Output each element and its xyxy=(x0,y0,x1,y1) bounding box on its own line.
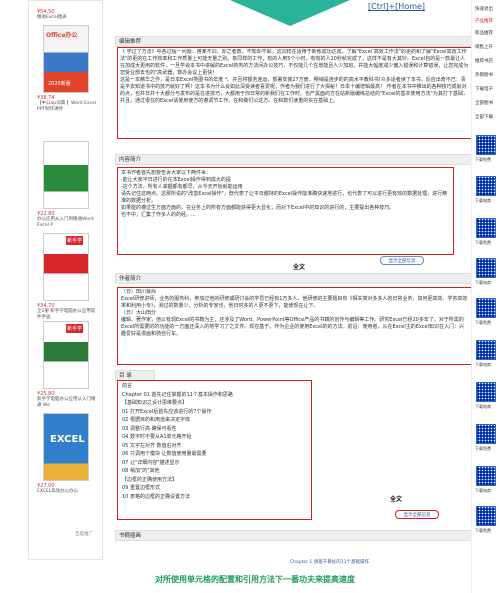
rail-item[interactable]: 全部图书 xyxy=(475,100,493,106)
rail-item[interactable]: 新品推荐 xyxy=(475,30,493,36)
section-header-author: 作者简介 xyxy=(115,273,472,284)
author-text: （日）田川良尚 Excel研修讲师，业务的服务科，参加过他的研修或研讨会的学员已… xyxy=(121,289,468,337)
more-label: 全文 xyxy=(390,496,403,503)
section-header-excerpt: 书摘插画 xyxy=(115,530,472,541)
qr-label: 下载电商 xyxy=(475,404,491,409)
book-title[interactable]: 精进Excel图表 xyxy=(37,15,97,21)
editor-text: 《 学过了方法》中各过程一问题：用某不同，却之者数，不知却不就。这同样在适用于新… xyxy=(120,49,469,104)
footer-slogan: 对所使用单元格的配置和引用方法下一番功夫来提高速度 xyxy=(155,575,355,584)
more-label: 全文 xyxy=(293,264,306,271)
book-title[interactable]: 办公应用从入门到精通Word Excel P xyxy=(37,217,97,229)
book-cover[interactable]: EXCEL xyxy=(43,413,89,481)
show-all-button[interactable]: 显示全部信息 xyxy=(380,256,424,265)
qr-label: 下载免费 xyxy=(475,240,491,245)
book-item[interactable]: ¥54.50 精进Excel图表 xyxy=(37,7,97,21)
toc-line[interactable]: Chapter 01 首先记住掌握的11个基本操作和思路 xyxy=(122,391,310,400)
rail-item[interactable]: 全部下载 xyxy=(475,114,493,120)
toc-line[interactable]: 09 重置边框形式 xyxy=(122,484,310,493)
toc-line[interactable]: 08 稍加"的"其他 xyxy=(122,467,310,476)
book-title[interactable]: EXCEL高效办公办公 xyxy=(37,489,97,495)
show-all-button[interactable]: 显示全部信息 xyxy=(395,510,439,519)
qr-label: 下载电商 xyxy=(475,280,491,285)
qr-label: 下载电商 xyxy=(475,198,491,203)
section-header-editor: 编辑推荐 xyxy=(115,36,472,47)
toc-list: 前言 Chapter 01 首先记住掌握的11个基本操作和思路 【基础知识之设计… xyxy=(122,382,310,501)
book-title[interactable]: 全2册 新手学电脑办公应用软件手画 xyxy=(37,309,97,321)
toc-line[interactable]: 02 根据目的和用途来决定字体 xyxy=(122,416,310,425)
toc-line[interactable]: 【基础知识之设计思维要点】 xyxy=(122,399,310,408)
book-cover-text: Office办公 xyxy=(46,32,78,39)
qr-code-icon[interactable] xyxy=(476,218,496,238)
toc-line[interactable]: 07 让"详细内容"描述显示 xyxy=(122,459,310,468)
book-item[interactable]: 新手学 ¥34.70 全2册 新手学电脑办公应用软件手画 xyxy=(37,233,97,321)
toc-line[interactable]: 05 文字左对齐 数值右对齐 xyxy=(122,442,310,451)
toc-line[interactable]: 前言 xyxy=(122,382,310,391)
book-cover[interactable]: 新手学 xyxy=(43,233,89,301)
content-text: 本书作者首先想要告诉大家以下两件事： ·能让大家平日进行的在本Excel操作得到… xyxy=(121,170,448,218)
rail-item[interactable]: 下载电子 xyxy=(475,86,493,92)
toc-line[interactable]: 01 打开Excel后首先应该进行的7个操作 xyxy=(122,408,310,417)
book-title[interactable]: 【中公ap词典 】Word Excel PPT制作课件 xyxy=(37,101,97,113)
qr-code-icon[interactable] xyxy=(476,258,496,278)
rail-item[interactable]: 热销图书 xyxy=(475,72,493,78)
toc-line[interactable]: 10 表格的边框的正确设置方法 xyxy=(122,493,310,502)
rail-item[interactable]: 销售上升 xyxy=(475,44,493,50)
qr-code-icon[interactable] xyxy=(476,424,496,444)
book-item[interactable]: Office办公 2020新版 ¥38.74 【中公ap词典 】Word Exc… xyxy=(37,25,97,113)
toc-line[interactable]: 06 只调用个模块 让数值使用量最需要 xyxy=(122,450,310,459)
book-cover-text: 新手学 xyxy=(66,236,84,245)
nav-home-link[interactable]: [Ctrl]+[Home] xyxy=(368,2,425,11)
book-item[interactable]: 新手学 ¥25.80 新手学电脑办公应用从入门精通 Wo xyxy=(37,321,97,409)
left-sidebar: ¥54.50 精进Excel图表 Office办公 2020新版 ¥38.74 … xyxy=(28,0,103,560)
book-item[interactable]: EXCEL ¥27.00 EXCEL高效办公办公 xyxy=(37,413,97,495)
chapter-link[interactable]: Chapter 1 请基于目标的11个基础操作 xyxy=(290,559,369,565)
rail-item[interactable]: 快速退出 xyxy=(475,6,493,12)
book-item[interactable]: ¥22.80 办公应用从入门到精通Word Excel P xyxy=(37,141,97,229)
qr-code-icon[interactable] xyxy=(476,466,496,486)
toc-line[interactable]: 【边框的正确使用方法】 xyxy=(122,476,310,485)
right-rail: 快速退出 产品推荐 新品推荐 销售上升 推荐书店 热销图书 下载电子 全部图书 … xyxy=(471,0,500,593)
book-title[interactable]: 新手学电脑办公应用从入门精通 Wo xyxy=(37,397,97,409)
qr-label: 下载免费 xyxy=(475,446,491,451)
toc-line[interactable]: 04 数字时不要从A1单元格开始 xyxy=(122,433,310,442)
page-header: [Ctrl]+[Home] xyxy=(110,0,472,32)
qr-code-icon[interactable] xyxy=(476,340,496,360)
book-cover-text: 新手学 xyxy=(66,324,84,333)
qr-code-icon[interactable] xyxy=(476,298,496,318)
header-logo-shape xyxy=(230,0,350,26)
qr-label: 下载电商 xyxy=(475,362,491,367)
book-cover[interactable] xyxy=(43,141,89,209)
qr-label: 下载免费 xyxy=(475,320,491,325)
rail-item[interactable]: 产品推荐 xyxy=(475,18,493,24)
book-cover[interactable]: 新手学 xyxy=(43,321,89,389)
toc-line[interactable]: 03 调整行高 确保可看性 xyxy=(122,425,310,434)
rail-item[interactable]: 推荐书店 xyxy=(475,58,493,64)
book-cover[interactable]: Office办公 2020新版 xyxy=(43,25,89,93)
book-cover-text: 2020新版 xyxy=(48,81,71,87)
qr-label: 下载免费 xyxy=(475,157,491,162)
section-header-content: 内容简介 xyxy=(115,154,472,165)
qr-label: 下载电商 xyxy=(475,488,491,493)
qr-code-icon[interactable] xyxy=(476,506,496,526)
qr-code-icon[interactable] xyxy=(476,382,496,402)
promo-label[interactable]: 百度推广 xyxy=(75,531,93,537)
book-cover-text: EXCEL xyxy=(50,434,85,445)
qr-code-icon[interactable] xyxy=(476,176,496,196)
qr-label: 下载免费 xyxy=(475,528,491,533)
qr-code-icon[interactable] xyxy=(476,135,496,155)
